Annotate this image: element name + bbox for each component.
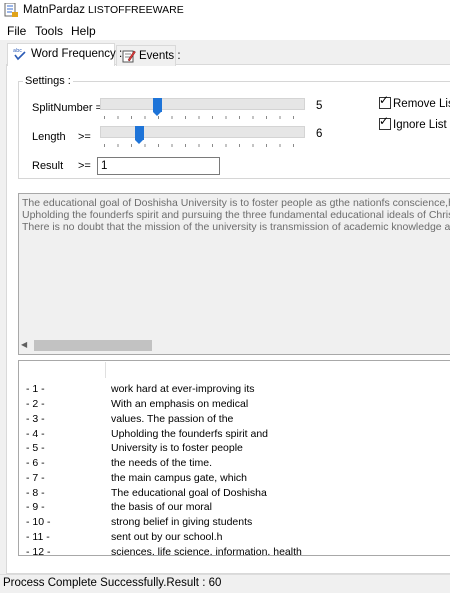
remove-list-checkbox[interactable]: ✓ bbox=[379, 93, 391, 109]
row-text: values. The passion of the bbox=[111, 413, 234, 425]
list-item[interactable]: - 7 - the main campus gate, which bbox=[19, 472, 450, 487]
row-number: - 5 - bbox=[26, 442, 45, 454]
ignore-list-label: Ignore List bbox=[393, 119, 447, 131]
abc-check-icon: abc bbox=[13, 48, 26, 61]
column-divider bbox=[105, 362, 106, 378]
notepad-pencil-icon bbox=[122, 50, 136, 63]
horizontal-scrollbar-thumb[interactable] bbox=[34, 340, 152, 351]
result-input[interactable] bbox=[97, 157, 220, 175]
row-number: - 4 - bbox=[26, 428, 45, 440]
length-ticks bbox=[104, 144, 300, 147]
row-text: the basis of our moral bbox=[111, 501, 212, 513]
menu-tools[interactable]: Tools bbox=[34, 24, 64, 38]
menu-bar: File Tools Help bbox=[0, 22, 450, 40]
row-number: - 1 - bbox=[26, 383, 45, 395]
row-number: - 12 - bbox=[26, 546, 51, 556]
row-text: The educational goal of Doshisha bbox=[111, 487, 267, 499]
split-number-value: 5 bbox=[316, 100, 323, 112]
row-text: University is to foster people bbox=[111, 442, 243, 454]
tab-events[interactable]: Events : bbox=[116, 45, 181, 66]
split-number-slider-thumb[interactable] bbox=[152, 98, 162, 116]
list-item[interactable]: - 11 - sent out by our school.h bbox=[19, 531, 450, 546]
app-subtitle: LISTOFFREEWARE bbox=[88, 4, 184, 16]
scroll-left-arrow-icon[interactable]: ◀ bbox=[21, 340, 27, 349]
result-label: Result bbox=[32, 160, 64, 172]
row-number: - 2 - bbox=[26, 398, 45, 410]
source-text-area[interactable]: The educational goal of Doshisha Univers… bbox=[18, 193, 450, 355]
row-number: - 3 - bbox=[26, 413, 45, 425]
tab-word-frequency-label: Word Frequency : bbox=[31, 48, 123, 60]
row-number: - 11 - bbox=[26, 531, 50, 543]
results-list[interactable]: - 1 - work hard at ever-improving its - 2… bbox=[18, 360, 450, 556]
length-slider-thumb[interactable] bbox=[135, 126, 145, 144]
list-item[interactable]: - 3 - values. The passion of the bbox=[19, 413, 450, 428]
list-item[interactable]: - 1 - work hard at ever-improving its bbox=[19, 383, 450, 398]
split-number-slider[interactable] bbox=[100, 98, 305, 110]
row-number: - 10 - bbox=[26, 516, 51, 528]
text-line: There is no doubt that the mission of th… bbox=[22, 221, 450, 233]
app-name: MatnPardaz bbox=[23, 4, 86, 16]
row-text: the main campus gate, which bbox=[111, 472, 247, 484]
list-item[interactable]: - 8 - The educational goal of Doshisha bbox=[19, 487, 450, 502]
length-operator: >= bbox=[78, 131, 91, 143]
row-number: - 6 - bbox=[26, 457, 45, 469]
checkmark-icon: ✓ bbox=[379, 93, 390, 107]
app-icon bbox=[4, 3, 18, 17]
list-item[interactable]: - 4 - Upholding the founderfs spirit and bbox=[19, 428, 450, 443]
text-line: Upholding the founderfs spirit and pursu… bbox=[22, 209, 450, 221]
menu-file[interactable]: File bbox=[6, 24, 27, 38]
row-number: - 7 - bbox=[26, 472, 45, 484]
list-item[interactable]: - 2 - With an emphasis on medical bbox=[19, 398, 450, 413]
row-text: With an emphasis on medical bbox=[111, 398, 249, 410]
list-item[interactable]: - 5 - University is to foster people bbox=[19, 442, 450, 457]
tab-word-frequency[interactable]: abc Word Frequency : bbox=[7, 43, 122, 66]
list-item[interactable]: - 6 - the needs of the time. bbox=[19, 457, 450, 472]
ignore-list-checkbox[interactable]: ✓ bbox=[379, 114, 391, 130]
row-text: sciences, life science, information, hea… bbox=[111, 546, 302, 556]
result-operator: >= bbox=[78, 160, 91, 172]
status-text: Process Complete Successfully.Result : 6… bbox=[3, 577, 222, 589]
row-number: - 8 - bbox=[26, 487, 45, 499]
row-text: work hard at ever-improving its bbox=[111, 383, 255, 395]
length-slider[interactable] bbox=[100, 126, 305, 138]
row-text: the needs of the time. bbox=[111, 457, 212, 469]
split-number-ticks bbox=[104, 116, 300, 119]
checkmark-icon: ✓ bbox=[379, 114, 390, 128]
window-title: MatnPardaz LISTOFFREEWARE bbox=[23, 4, 184, 16]
menu-help[interactable]: Help bbox=[70, 24, 97, 38]
row-number: - 9 - bbox=[26, 501, 45, 513]
length-value: 6 bbox=[316, 128, 323, 140]
length-label: Length bbox=[32, 131, 66, 143]
row-text: strong belief in giving students bbox=[111, 516, 253, 528]
list-item[interactable]: - 12 - sciences, life science, informatio… bbox=[19, 546, 450, 556]
svg-text:abc: abc bbox=[13, 48, 22, 54]
list-item[interactable]: - 9 - the basis of our moral bbox=[19, 501, 450, 516]
text-line: The educational goal of Doshisha Univers… bbox=[22, 197, 450, 209]
tab-events-label: Events : bbox=[139, 50, 181, 62]
row-text: Upholding the founderfs spirit and bbox=[111, 428, 269, 440]
settings-legend: Settings : bbox=[23, 75, 73, 87]
row-text: sent out by our school.h bbox=[111, 531, 223, 543]
split-number-label: SplitNumber = bbox=[32, 102, 103, 114]
remove-list-label: Remove List bbox=[393, 98, 450, 110]
list-item[interactable]: - 10 - strong belief in giving students bbox=[19, 516, 450, 531]
